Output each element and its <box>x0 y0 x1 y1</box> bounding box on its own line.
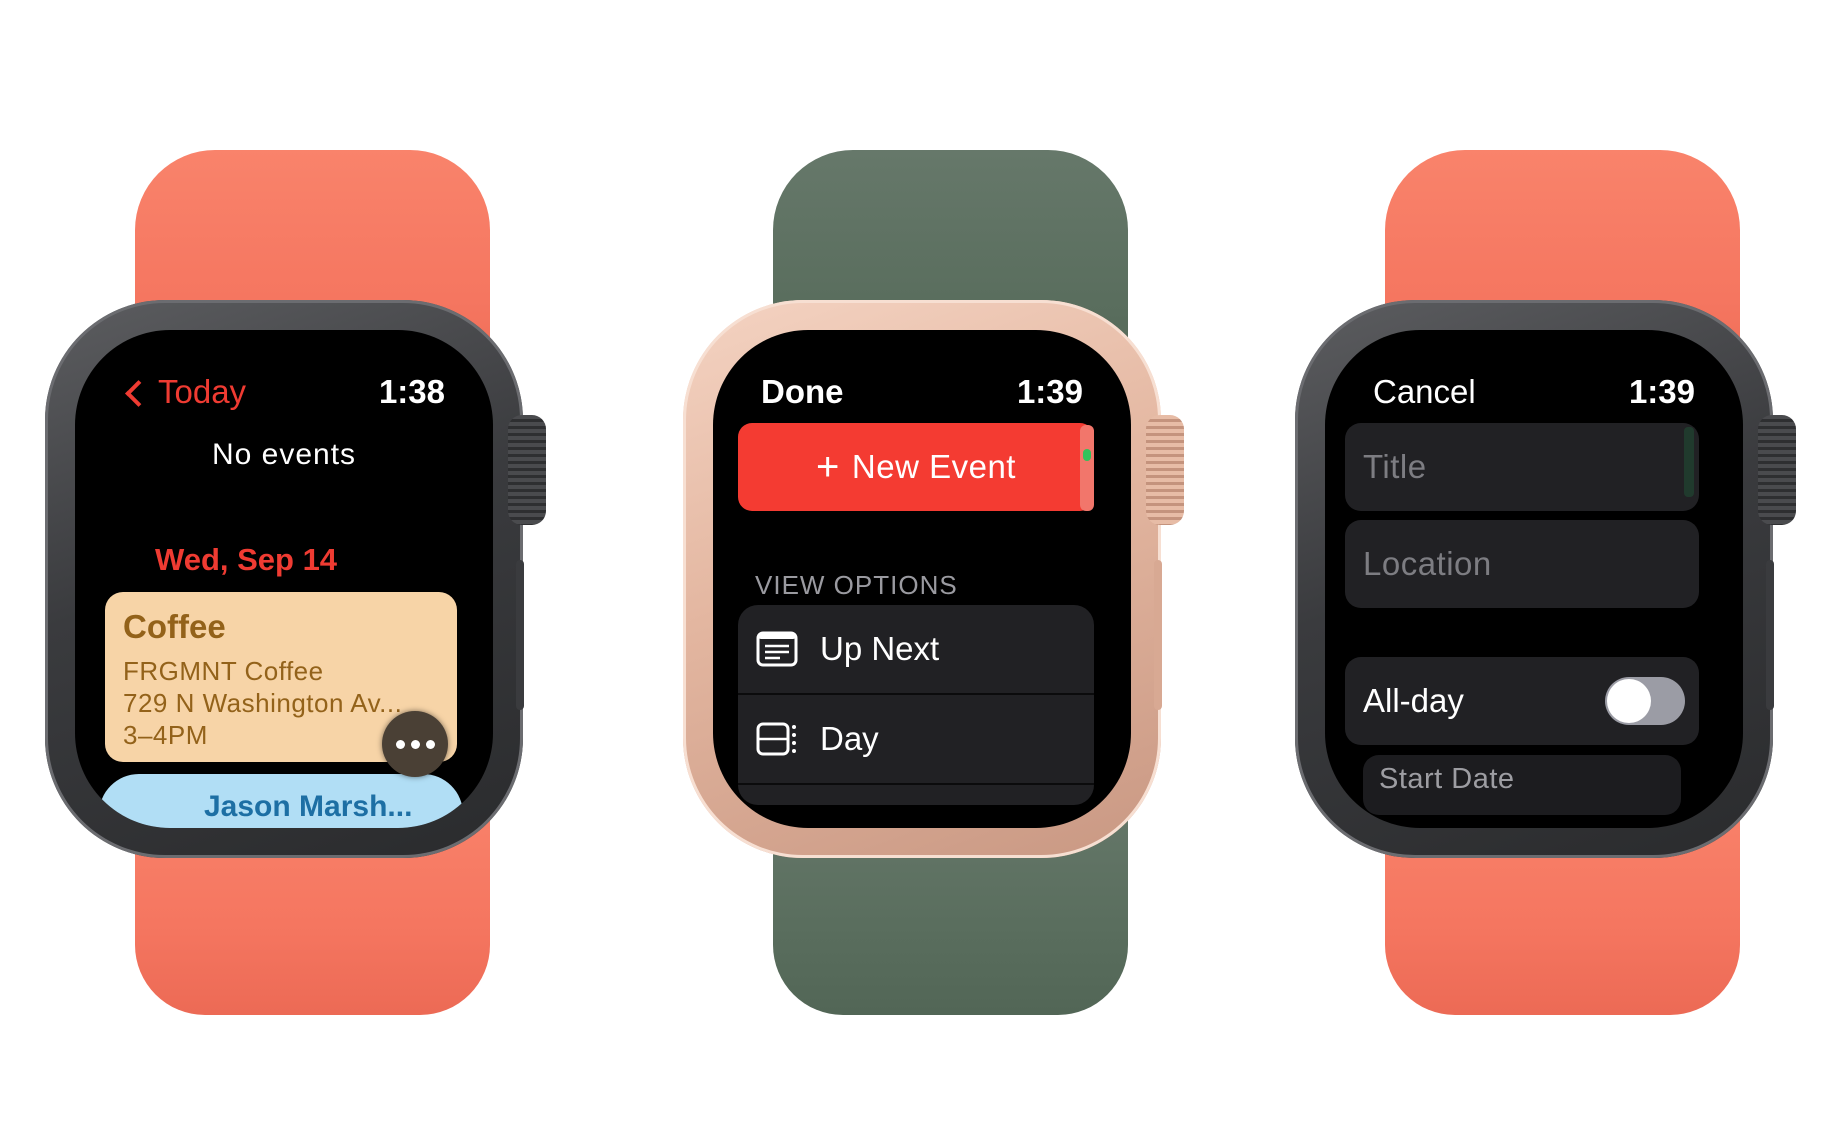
view-option-label: Up Next <box>820 630 940 667</box>
location-field[interactable]: Location <box>1345 520 1699 608</box>
date-header: Wed, Sep 14 <box>155 542 338 577</box>
watch-screen: Done 1:39 + New Event VIEW OPTIONS Up Ne… <box>713 330 1131 828</box>
event-place: FRGMNT Coffee <box>123 656 324 686</box>
side-button[interactable] <box>1154 560 1162 710</box>
watch-new-event-form: Cancel 1:39 Title Location All-day Start… <box>1250 0 1830 1144</box>
start-date-row[interactable]: Start Date <box>1363 755 1681 815</box>
watch-options-menu: Done 1:39 + New Event VIEW OPTIONS Up Ne… <box>638 0 1258 1144</box>
new-event-label: New Event <box>851 448 1016 485</box>
digital-crown[interactable] <box>1758 415 1796 525</box>
all-day-label: All-day <box>1363 682 1464 719</box>
more-button[interactable] <box>382 711 448 777</box>
day-view-icon <box>756 721 798 757</box>
clock-time: 1:39 <box>1016 373 1083 410</box>
all-day-toggle[interactable] <box>1605 677 1685 725</box>
cancel-button[interactable]: Cancel <box>1373 373 1476 411</box>
empty-message: No events <box>211 438 357 471</box>
next-event-card[interactable]: Jason Marsh... <box>99 774 463 828</box>
clock-time: 1:38 <box>378 373 445 410</box>
view-option-day[interactable]: Day <box>738 695 1094 785</box>
event-address: 729 N Washington Av... <box>123 688 403 718</box>
view-options-list: Up Next Day <box>738 605 1094 805</box>
scroll-position-dot <box>1083 449 1091 461</box>
chevron-left-icon <box>125 380 152 407</box>
view-option-up-next[interactable]: Up Next <box>738 605 1094 695</box>
done-button[interactable]: Done <box>761 373 844 411</box>
clock-time: 1:39 <box>1628 373 1695 410</box>
ellipsis-icon <box>395 739 405 749</box>
event-title: Coffee <box>123 608 226 645</box>
ellipsis-dot <box>425 739 435 749</box>
title-placeholder: Title <box>1363 448 1427 485</box>
all-day-row: All-day <box>1345 657 1699 745</box>
plus-icon: + <box>816 444 840 489</box>
side-button[interactable] <box>1766 560 1774 710</box>
back-button[interactable]: Today <box>123 373 246 411</box>
back-label: Today <box>158 373 247 410</box>
watch-screen: Cancel 1:39 Title Location All-day Start… <box>1325 330 1743 828</box>
next-event-title: Jason Marsh... <box>204 790 413 823</box>
title-field[interactable]: Title <box>1345 423 1699 511</box>
section-header: VIEW OPTIONS <box>755 570 958 600</box>
up-next-icon <box>756 631 798 667</box>
location-placeholder: Location <box>1363 545 1492 582</box>
watch-screen: Today 1:38 No events Wed, Sep 14 Coffee … <box>75 330 493 828</box>
side-button[interactable] <box>516 560 524 710</box>
event-time: 3–4PM <box>123 720 208 750</box>
start-date-label: Start Date <box>1379 763 1515 795</box>
watch-calendar-list: Today 1:38 No events Wed, Sep 14 Coffee … <box>0 0 620 1144</box>
new-event-button[interactable]: + New Event <box>738 423 1094 511</box>
ellipsis-dot <box>410 739 420 749</box>
toggle-knob <box>1607 679 1651 723</box>
digital-crown[interactable] <box>1146 415 1184 525</box>
scroll-indicator[interactable] <box>1684 427 1694 497</box>
scroll-indicator[interactable] <box>1080 425 1094 511</box>
nav-bar: Done 1:39 <box>761 372 1083 412</box>
nav-bar: Cancel 1:39 <box>1373 372 1695 412</box>
nav-bar: Today 1:38 <box>123 372 445 412</box>
view-option-label: Day <box>820 720 879 757</box>
digital-crown[interactable] <box>508 415 546 525</box>
